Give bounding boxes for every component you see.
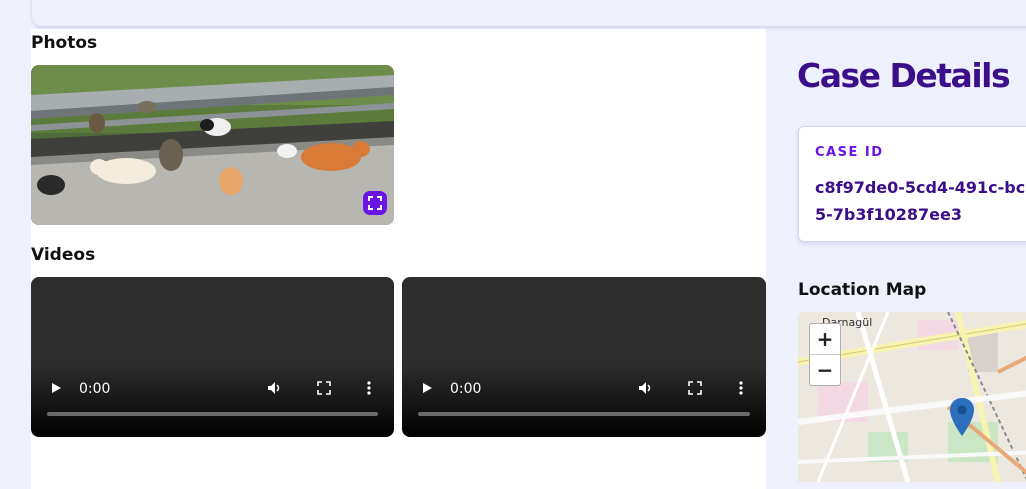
video-progress-bar[interactable] <box>47 412 378 416</box>
video-time: 0:00 <box>79 381 111 397</box>
volume-icon[interactable] <box>267 381 283 395</box>
videos-section-title: Videos <box>31 245 96 265</box>
case-details-title: Case Details <box>797 56 1011 95</box>
map-zoom-control: + − <box>809 323 841 386</box>
fullscreen-icon[interactable] <box>317 381 331 395</box>
case-photo[interactable] <box>31 65 394 225</box>
cats-photo-image <box>31 65 394 225</box>
top-header-card <box>32 0 1026 26</box>
zoom-in-button[interactable]: + <box>810 324 840 354</box>
play-icon[interactable] <box>49 381 63 395</box>
fullscreen-photo-button[interactable] <box>363 191 387 215</box>
location-map-title: Location Map <box>798 280 927 300</box>
more-options-icon[interactable] <box>738 381 744 395</box>
zoom-out-button[interactable]: − <box>810 354 840 385</box>
case-id-card: CASE ID c8f97de0-5cd4-491c-bce5-7b3f1028… <box>798 126 1026 242</box>
case-id-value: c8f97de0-5cd4-491c-bce5-7b3f10287ee3 <box>815 178 1026 224</box>
case-id-label: CASE ID <box>815 145 884 160</box>
video-progress-bar[interactable] <box>418 412 750 416</box>
fullscreen-icon[interactable] <box>688 381 702 395</box>
more-options-icon[interactable] <box>366 381 372 395</box>
volume-icon[interactable] <box>638 381 654 395</box>
expand-icon <box>368 196 382 210</box>
video-player-2[interactable]: 0:00 <box>402 277 766 437</box>
play-icon[interactable] <box>420 381 434 395</box>
photos-section-title: Photos <box>31 33 98 53</box>
video-player-1[interactable]: 0:00 <box>31 277 394 437</box>
video-time: 0:00 <box>450 381 482 397</box>
